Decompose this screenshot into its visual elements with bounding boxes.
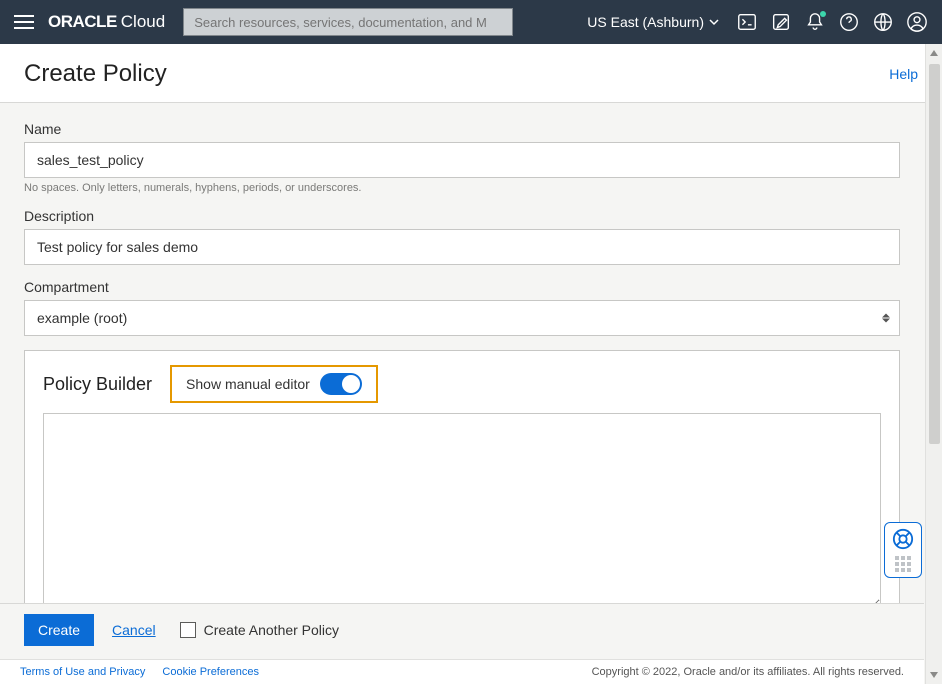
cloud-shell-icon[interactable] — [736, 11, 758, 33]
support-widget[interactable] — [884, 522, 922, 578]
page-title: Create Policy — [24, 60, 167, 88]
create-another-label: Create Another Policy — [204, 622, 339, 638]
manual-editor-toggle-label: Show manual editor — [186, 376, 310, 392]
lifebuoy-icon — [892, 528, 914, 550]
help-icon[interactable] — [838, 11, 860, 33]
create-button[interactable]: Create — [24, 614, 94, 646]
vertical-scrollbar[interactable] — [925, 44, 942, 684]
notifications-icon[interactable] — [804, 11, 826, 33]
create-another-group: Create Another Policy — [180, 622, 339, 638]
action-bar: Create Cancel Create Another Policy — [0, 603, 924, 656]
copyright-text: Copyright © 2022, Oracle and/or its affi… — [592, 666, 904, 678]
policy-builder-title: Policy Builder — [43, 374, 152, 395]
name-hint: No spaces. Only letters, numerals, hyphe… — [24, 182, 900, 194]
manual-editor-toggle[interactable] — [320, 373, 362, 395]
name-field: Name No spaces. Only letters, numerals, … — [24, 121, 900, 194]
edit-icon[interactable] — [770, 11, 792, 33]
help-link[interactable]: Help — [889, 66, 918, 82]
compartment-label: Compartment — [24, 279, 900, 295]
description-label: Description — [24, 208, 900, 224]
legal-footer: Terms of Use and Privacy Cookie Preferen… — [0, 659, 924, 684]
profile-icon[interactable] — [906, 11, 928, 33]
scroll-down-icon[interactable] — [930, 672, 938, 678]
globe-icon[interactable] — [872, 11, 894, 33]
description-field: Description — [24, 208, 900, 265]
terms-link[interactable]: Terms of Use and Privacy — [20, 666, 145, 678]
create-another-checkbox[interactable] — [180, 622, 196, 638]
policy-builder-panel: Policy Builder Show manual editor Exampl… — [24, 350, 900, 639]
region-label: US East (Ashburn) — [587, 14, 704, 30]
brand-logo[interactable]: ORACLE Cloud — [48, 12, 165, 32]
name-label: Name — [24, 121, 900, 137]
scroll-up-icon[interactable] — [930, 50, 938, 56]
region-selector[interactable]: US East (Ashburn) — [581, 14, 726, 30]
menu-icon[interactable] — [10, 11, 38, 33]
policy-editor-textarea[interactable] — [43, 413, 881, 609]
cookie-link[interactable]: Cookie Preferences — [162, 666, 259, 678]
form-content: Name No spaces. Only letters, numerals, … — [0, 103, 924, 673]
scroll-thumb[interactable] — [929, 64, 940, 444]
cancel-button[interactable]: Cancel — [112, 622, 156, 638]
compartment-select[interactable] — [24, 300, 900, 336]
compartment-field: Compartment — [24, 279, 900, 336]
description-input[interactable] — [24, 229, 900, 265]
brand-sub: Cloud — [121, 12, 165, 32]
global-search-input[interactable] — [183, 8, 513, 36]
manual-editor-toggle-group: Show manual editor — [170, 365, 378, 403]
notification-dot-icon — [820, 11, 826, 17]
page-header: Create Policy Help — [0, 44, 942, 103]
apps-grid-icon — [895, 556, 911, 572]
brand-main: ORACLE — [48, 12, 117, 32]
chevron-down-icon — [708, 16, 720, 28]
name-input[interactable] — [24, 142, 900, 178]
top-nav: ORACLE Cloud US East (Ashburn) — [0, 0, 942, 44]
